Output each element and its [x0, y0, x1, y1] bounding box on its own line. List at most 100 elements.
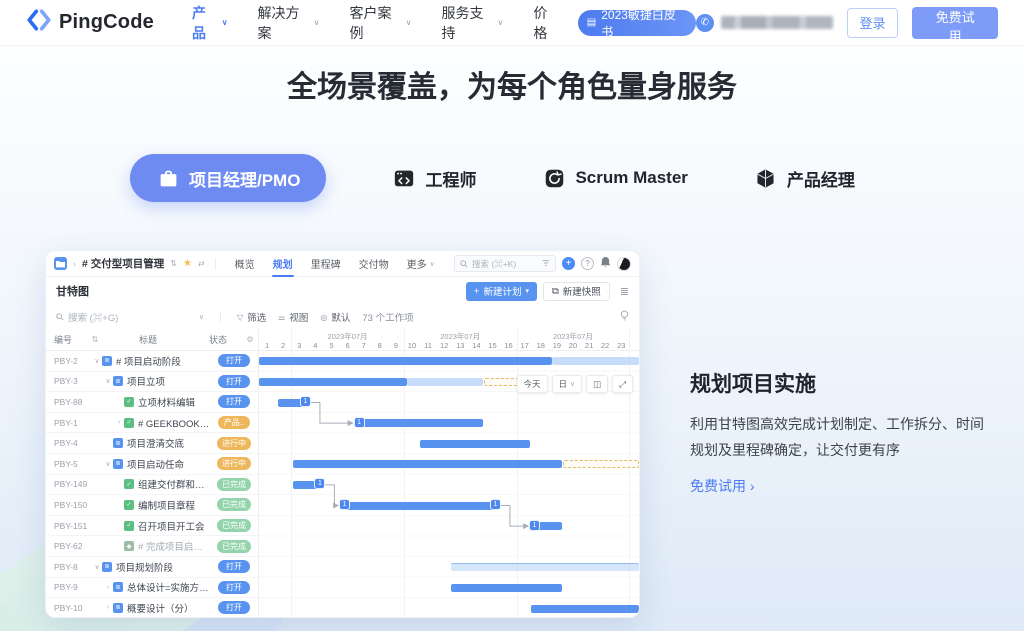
column-header-title[interactable]: 标题: [102, 333, 194, 346]
role-tab-2[interactable]: Scrum Master: [542, 166, 687, 190]
sort-icon[interactable]: ⇅: [88, 335, 102, 344]
status-badge: 进行中: [217, 437, 251, 450]
plus-icon: +: [474, 286, 480, 297]
app-tab-1[interactable]: 规划: [264, 251, 302, 277]
user-avatar[interactable]: [617, 257, 631, 271]
free-trial-button[interactable]: 免费试用: [912, 7, 998, 39]
global-search-input[interactable]: 搜索 (⌘+K): [454, 255, 556, 272]
briefcase-icon: [156, 166, 180, 190]
role-tab-0[interactable]: 项目经理/PMO: [130, 154, 326, 202]
gantt-day-label: 9: [394, 341, 398, 350]
hero-section: 全场景覆盖，为每个角色量身服务 项目经理/PMO工程师Scrum Master产…: [0, 46, 1024, 631]
notification-bell-icon[interactable]: [600, 256, 611, 271]
feature-trial-link[interactable]: 免费试用 ›: [690, 476, 755, 496]
project-switch-icon[interactable]: ⇅: [170, 259, 177, 268]
column-gear-icon[interactable]: ⚙: [242, 335, 258, 344]
local-search-input[interactable]: 搜索 (⌘+G) ∨: [56, 310, 204, 324]
table-row[interactable]: PBY-151✓召开项目开工会已完成: [46, 516, 258, 537]
app-tab-3[interactable]: 交付物: [350, 251, 398, 277]
table-row[interactable]: PBY-62◆# 完成项目启动阶段...已完成: [46, 536, 258, 557]
today-button[interactable]: 今天: [517, 375, 548, 393]
table-row[interactable]: PBY-9›≣总体设计=实施方案（...打开: [46, 578, 258, 599]
favorite-star-icon[interactable]: ★: [183, 258, 192, 269]
app-tab-0[interactable]: 概览: [226, 251, 264, 277]
nav-item-3[interactable]: 服务支持∨: [441, 3, 503, 43]
funnel-icon: ▽: [237, 313, 243, 322]
table-row[interactable]: PBY-8∨≣项目规划阶段打开: [46, 557, 258, 578]
login-button[interactable]: 登录: [847, 8, 898, 38]
preset-icon: ◎: [320, 313, 327, 322]
nav-item-1[interactable]: 解决方案∨: [258, 3, 320, 43]
role-tab-1[interactable]: 工程师: [392, 166, 476, 191]
new-snapshot-button[interactable]: ⧉ 新建快照: [543, 282, 610, 301]
table-row[interactable]: PBY-2∨≣# 项目启动阶段打开: [46, 351, 258, 372]
tree-caret-icon[interactable]: ∨: [103, 460, 113, 468]
chevron-down-icon: ∨: [222, 18, 228, 27]
tree-caret-icon[interactable]: ∨: [92, 357, 102, 365]
tree-caret-icon[interactable]: ›: [103, 584, 113, 591]
gantt-panel-bar: 甘特图 + 新建计划 ▾ ⧉ 新建快照 ≣: [46, 277, 639, 305]
nav-item-4[interactable]: 价格: [533, 3, 559, 43]
gantt-day-label: 21: [585, 341, 593, 350]
tree-caret-icon[interactable]: ›: [103, 604, 113, 611]
help-icon[interactable]: ?: [581, 257, 594, 270]
table-header: 编号 ⇅ 标题 状态 ⚙: [46, 329, 258, 351]
panel-title: 甘特图: [56, 283, 89, 299]
table-row[interactable]: PBY-150✓编制项目章程已完成: [46, 495, 258, 516]
gantt-day-label: 10: [408, 341, 416, 350]
new-plan-button[interactable]: + 新建计划 ▾: [466, 282, 537, 301]
nav-item-2[interactable]: 客户案例∨: [350, 3, 412, 43]
table-row[interactable]: PBY-10›≣概要设计（分）打开: [46, 598, 258, 617]
whitepaper-badge-label: 2023敏捷白皮书: [601, 6, 684, 40]
table-row[interactable]: PBY-3∨≣项目立项打开: [46, 372, 258, 393]
whitepaper-badge[interactable]: ▤ 2023敏捷白皮书: [578, 10, 696, 36]
tree-caret-icon[interactable]: ∨: [103, 377, 113, 385]
list-settings-icon[interactable]: ≣: [620, 285, 629, 298]
status-badge: 打开: [218, 581, 250, 594]
feature-block: 规划项目实施 利用甘特图高效完成计划制定、工作拆分、时间规划及里程碑确定，让交付…: [690, 368, 992, 496]
nav-item-0[interactable]: 产品∨: [192, 3, 228, 43]
search-filter-funnel-icon[interactable]: [542, 259, 550, 269]
zoom-unit-button[interactable]: 日∨: [552, 375, 583, 393]
split-view-icon[interactable]: ◫: [586, 375, 608, 393]
new-plan-label: 新建计划: [483, 284, 521, 298]
status-badge: 打开: [218, 395, 250, 408]
dependency-link: [325, 485, 338, 506]
quick-add-button[interactable]: +: [562, 257, 575, 270]
swap-icon[interactable]: ⇄: [198, 259, 205, 268]
role-tab-3[interactable]: 产品经理: [754, 166, 855, 191]
lightbulb-icon[interactable]: [620, 310, 629, 324]
tree-caret-icon[interactable]: ∨: [92, 563, 102, 571]
column-header-id[interactable]: 编号: [46, 333, 88, 346]
table-row[interactable]: PBY-88✓立项材料编辑打开: [46, 392, 258, 413]
status-badge: 进行中: [217, 457, 251, 470]
gantt-chart: 2023年07月2023年07月2023年07月1234567891011121…: [259, 329, 639, 617]
chevron-down-icon: ∨: [314, 18, 320, 27]
epic-type-icon: ≣: [113, 376, 123, 386]
table-row[interactable]: PBY-5∨≣项目启动任命进行中: [46, 454, 258, 475]
status-badge: 打开: [218, 601, 250, 614]
project-breadcrumb[interactable]: # 交付型项目管理: [82, 256, 164, 271]
gantt-day-label: 3: [297, 341, 301, 350]
filter-button[interactable]: ▽筛选: [237, 310, 266, 324]
table-rows: PBY-2∨≣# 项目启动阶段打开PBY-3∨≣项目立项打开PBY-88✓立项材…: [46, 351, 258, 617]
view-button[interactable]: ⚌视图: [278, 310, 308, 324]
gantt-view-tools: 今天 日∨ ◫ ⤢: [517, 375, 634, 393]
table-row[interactable]: PBY-4≣项目澄清交底进行中: [46, 433, 258, 454]
epic-type-icon: ≣: [113, 438, 123, 448]
sliders-icon: ⚌: [278, 313, 285, 322]
table-row[interactable]: PBY-1›✓# GEEKBOOKS 极...产品..: [46, 413, 258, 434]
global-search-placeholder: 搜索 (⌘+K): [472, 258, 516, 270]
gantt-day-label: 19: [553, 341, 561, 350]
app-tab-4[interactable]: 更多∨: [398, 251, 444, 277]
table-row[interactable]: PBY-149✓组建交付群和工作台已完成: [46, 475, 258, 496]
tree-caret-icon[interactable]: ›: [114, 419, 124, 426]
fullscreen-icon[interactable]: ⤢: [612, 375, 633, 393]
milestone-type-icon: ◆: [124, 541, 134, 551]
gantt-day-label: 2: [281, 341, 285, 350]
brand-name: PingCode: [59, 11, 154, 34]
column-header-status[interactable]: 状态: [194, 333, 242, 346]
app-tab-2[interactable]: 里程碑: [302, 251, 350, 277]
pingcode-logo[interactable]: PingCode: [26, 7, 154, 38]
default-view-button[interactable]: ◎默认: [320, 310, 350, 324]
